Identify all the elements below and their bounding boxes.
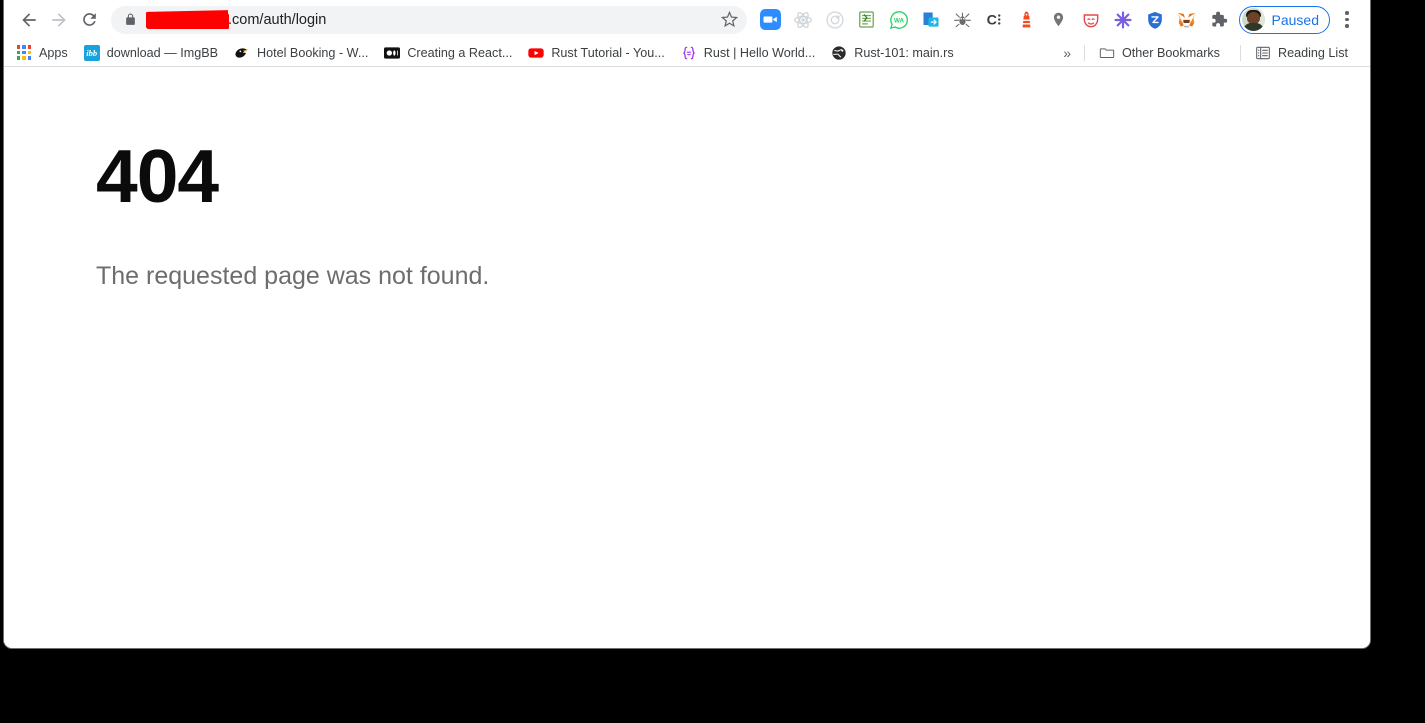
reading-list-button[interactable]: Reading List xyxy=(1255,42,1356,64)
puzzle-piece-icon[interactable] xyxy=(1203,5,1235,35)
extension-icons: WA C xyxy=(755,5,1235,35)
apps-grid-icon xyxy=(16,45,32,61)
bookmark-star-icon[interactable] xyxy=(717,7,743,33)
url-suffix: .com/auth/login xyxy=(228,11,327,28)
bookmark-label: Rust | Hello World... xyxy=(703,45,816,60)
lock-icon[interactable] xyxy=(124,12,137,27)
react-devtools-extension-icon[interactable] xyxy=(787,5,819,35)
bookmark-other-bookmarks[interactable]: Other Bookmarks xyxy=(1099,42,1228,64)
whatsapp-extension-icon[interactable]: WA xyxy=(883,5,915,35)
metamask-extension-icon[interactable] xyxy=(1171,5,1203,35)
browser-window: .com/auth/login WA C Paused Apps ibb dow… xyxy=(3,0,1371,649)
bookmarks-bar: Apps ibb download — ImgBB Hotel Booking … xyxy=(4,39,1370,67)
theater-masks-extension-icon[interactable] xyxy=(1075,5,1107,35)
lighthouse-extension-icon[interactable] xyxy=(1011,5,1043,35)
bug-tracker-extension-icon[interactable] xyxy=(947,5,979,35)
profile-pill[interactable]: Paused xyxy=(1238,5,1330,34)
send-to-device-extension-icon[interactable] xyxy=(915,5,947,35)
reading-list-divider xyxy=(1239,44,1241,61)
toucan-bird-icon xyxy=(234,45,250,61)
bookmark-imgbb[interactable]: ibb download — ImgBB xyxy=(83,42,226,64)
bookmark-rust-tutorial[interactable]: Rust Tutorial - You... xyxy=(528,42,672,64)
forward-button[interactable] xyxy=(44,5,74,35)
sparkle-extension-icon[interactable] xyxy=(1107,5,1139,35)
url-text[interactable]: .com/auth/login xyxy=(146,6,717,34)
bookmark-label: Hotel Booking - W... xyxy=(257,45,369,60)
circle-target-extension-icon[interactable] xyxy=(819,5,851,35)
svg-text:WA: WA xyxy=(893,17,904,24)
reading-list-icon xyxy=(1255,45,1271,61)
chrome-menu-button[interactable] xyxy=(1332,5,1362,35)
avatar xyxy=(1241,8,1265,31)
vpn-extension-icon[interactable] xyxy=(1139,5,1171,35)
back-button[interactable] xyxy=(14,5,44,35)
bookmark-rust-hello-world[interactable]: Rust | Hello World... xyxy=(681,42,824,64)
redacted-domain xyxy=(146,13,228,28)
bookmark-label: Rust-101: main.rs xyxy=(854,45,954,60)
youtube-icon xyxy=(528,45,544,61)
notes-extension-icon[interactable] xyxy=(851,5,883,35)
bookmark-label: Creating a React... xyxy=(407,45,513,60)
bookmark-label: Apps xyxy=(39,45,68,60)
bookmark-label: download — ImgBB xyxy=(106,45,219,60)
globe-icon xyxy=(831,45,847,61)
reload-button[interactable] xyxy=(74,5,104,35)
error-code-heading: 404 xyxy=(96,134,219,218)
bookmark-label: Rust Tutorial - You... xyxy=(551,45,665,60)
medium-icon xyxy=(384,45,401,61)
bookmarks-divider xyxy=(1084,44,1085,61)
zoom-extension-icon[interactable] xyxy=(755,5,787,35)
bookmark-rust-101-main-rs[interactable]: Rust-101: main.rs xyxy=(831,42,961,64)
sync-status-label: Paused xyxy=(1271,11,1319,28)
folder-icon xyxy=(1099,45,1115,61)
bookmark-hotel-booking[interactable]: Hotel Booking - W... xyxy=(234,42,376,64)
clipboard-extension-icon[interactable]: C xyxy=(979,5,1011,35)
svg-text:C: C xyxy=(987,13,997,29)
braces-icon xyxy=(681,45,697,61)
reading-list-label: Reading List xyxy=(1277,45,1348,60)
bookmarks-overflow-button[interactable]: » xyxy=(1054,45,1080,61)
browser-toolbar: .com/auth/login WA C Paused xyxy=(4,0,1370,39)
page-viewport: 404 The requested page was not found. xyxy=(4,67,1370,648)
imgbb-icon: ibb xyxy=(83,44,100,61)
bookmark-creating-a-react[interactable]: Creating a React... xyxy=(384,42,520,64)
bookmark-label: Other Bookmarks xyxy=(1122,45,1220,60)
error-message-text: The requested page was not found. xyxy=(96,262,490,290)
address-bar[interactable]: .com/auth/login xyxy=(111,5,747,34)
location-extension-icon[interactable] xyxy=(1043,5,1075,35)
bookmark-apps[interactable]: Apps xyxy=(16,42,76,64)
